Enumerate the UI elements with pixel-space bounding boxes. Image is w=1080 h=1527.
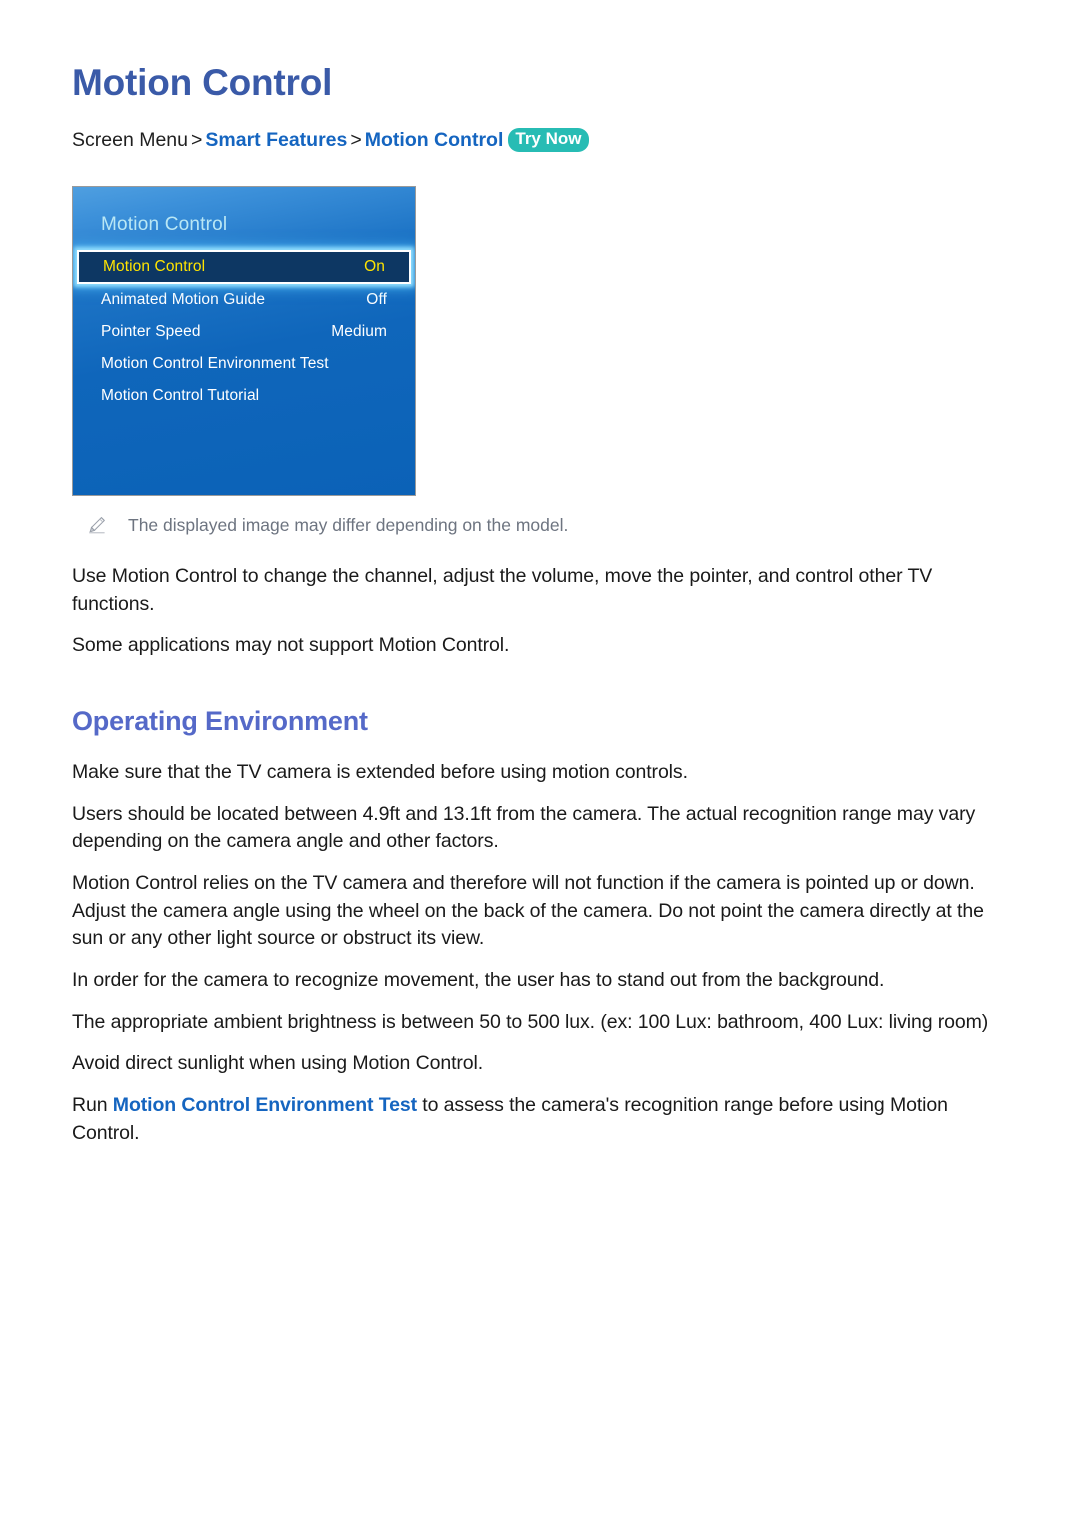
breadcrumb-item-smart-features[interactable]: Smart Features [205,129,347,151]
tv-menu-item-pointer-speed[interactable]: Pointer Speed Medium [73,316,415,348]
section-heading-operating-environment: Operating Environment [72,705,368,736]
try-now-badge[interactable]: Try Now [508,128,589,153]
breadcrumb: Screen Menu > Smart Features > Motion Contro… [72,128,1008,154]
tv-menu-item-value: Off [366,291,387,309]
operating-environment-paragraph-7: Run Motion Control Environment Test to a… [72,1078,1008,1147]
tv-menu-item-label: Animated Motion Guide [101,291,266,309]
image-note-text: The displayed image may differ depending… [128,515,569,536]
tv-menu-item-value: Medium [331,323,387,341]
breadcrumb-separator-1: > [190,129,203,152]
document-page: Motion Control Screen Menu > Smart Feature… [0,0,1080,1527]
intro-paragraph-1: Use Motion Control to change the channel… [72,564,933,615]
paragraph-7-text-before: Run [72,1094,113,1117]
tv-menu-item-animated-motion-guide[interactable]: Animated Motion Guide Off [73,284,415,316]
breadcrumb-item-screen-menu: Screen Menu [72,129,188,152]
tv-menu-item-environment-test[interactable]: Motion Control Environment Test [73,348,415,380]
breadcrumb-item-motion-control[interactable]: Motion Control [365,129,504,151]
link-motion-control-environment-test[interactable]: Motion Control Environment Test [113,1094,417,1116]
tv-menu-panel: Motion Control Motion Control On Animate… [72,186,416,497]
tv-menu-item-label: Motion Control Environment Test [101,355,329,373]
operating-environment-paragraph-6: Avoid direct sunlight when using Motion … [72,1052,484,1075]
tv-menu-item-tutorial[interactable]: Motion Control Tutorial [73,380,415,412]
tv-menu-item-motion-control[interactable]: Motion Control On [77,250,411,285]
tv-menu-list: Motion Control On Animated Motion Guide … [73,250,415,412]
operating-environment-paragraph-3: Motion Control relies on the TV camera a… [72,872,984,950]
tv-menu-item-label: Motion Control Tutorial [101,387,260,405]
pencil-icon [88,516,106,534]
breadcrumb-separator-2: > [350,129,362,152]
operating-environment-paragraph-4: In order for the camera to recognize mov… [72,969,885,992]
image-note: The displayed image may differ depending… [88,514,1008,537]
tv-menu-panel-title: Motion Control [101,214,228,236]
tv-menu-item-label: Pointer Speed [101,323,201,341]
intro-paragraph-2: Some applications may not support Motion… [72,634,510,657]
tv-menu-screenshot: Motion Control Motion Control On Animate… [72,186,1008,497]
operating-environment-paragraph-1: Make sure that the TV camera is extended… [72,760,688,783]
tv-menu-item-value: On [364,258,385,276]
tv-menu-item-label: Motion Control [103,258,206,276]
page-title: Motion Control [72,62,333,103]
operating-environment-paragraph-5: The appropriate ambient brightness is be… [72,1010,989,1033]
operating-environment-paragraph-2: Users should be located between 4.9ft an… [72,802,976,853]
